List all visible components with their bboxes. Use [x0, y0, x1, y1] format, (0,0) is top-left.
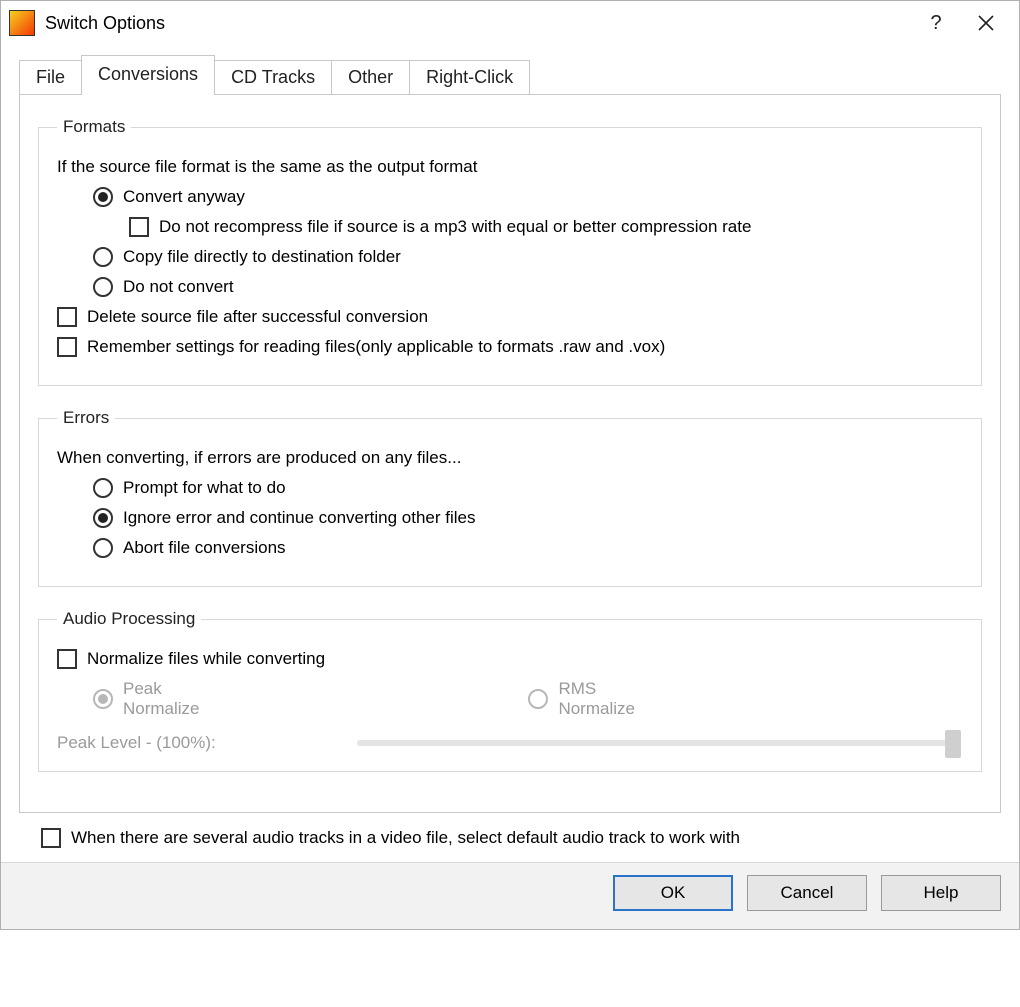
radio-peak-normalize: Peak Normalize — [93, 679, 228, 719]
radio-label: Do not convert — [123, 277, 234, 297]
radio-do-not-convert[interactable]: Do not convert — [93, 277, 963, 297]
check-no-recompress[interactable]: Do not recompress file if source is a mp… — [129, 217, 963, 237]
radio-label: Peak Normalize — [123, 679, 228, 719]
radio-errors-ignore[interactable]: Ignore error and continue converting oth… — [93, 508, 963, 528]
checkbox-icon — [57, 649, 77, 669]
check-normalize[interactable]: Normalize files while converting — [57, 649, 963, 669]
titlebar: Switch Options ? — [1, 1, 1019, 45]
tab-file[interactable]: File — [19, 60, 82, 96]
help-icon[interactable]: ? — [911, 1, 961, 45]
check-remember-settings[interactable]: Remember settings for reading files(only… — [57, 337, 963, 357]
radio-rms-normalize: RMS Normalize — [528, 679, 663, 719]
radio-icon — [93, 538, 113, 558]
checkbox-icon — [129, 217, 149, 237]
close-icon[interactable] — [961, 1, 1011, 45]
radio-errors-abort[interactable]: Abort file conversions — [93, 538, 963, 558]
window-title: Switch Options — [45, 13, 911, 34]
formats-group: Formats If the source file format is the… — [38, 117, 982, 386]
ok-button[interactable]: OK — [613, 875, 733, 911]
audio-legend: Audio Processing — [57, 609, 201, 629]
errors-legend: Errors — [57, 408, 115, 428]
radio-label: Copy file directly to destination folder — [123, 247, 401, 267]
check-label: Remember settings for reading files(only… — [87, 337, 665, 357]
radio-errors-prompt[interactable]: Prompt for what to do — [93, 478, 963, 498]
formats-lead: If the source file format is the same as… — [57, 157, 963, 177]
check-label: Delete source file after successful conv… — [87, 307, 428, 327]
tabbar: File Conversions CD Tracks Other Right-C… — [1, 45, 1019, 95]
tab-content-conversions: Formats If the source file format is the… — [19, 94, 1001, 813]
peak-level-slider — [357, 740, 955, 746]
peak-level-label: Peak Level - (100%): — [57, 733, 357, 753]
radio-icon — [528, 689, 548, 709]
radio-label: RMS Normalize — [558, 679, 663, 719]
tab-other[interactable]: Other — [331, 60, 410, 96]
slider-thumb-icon — [945, 730, 961, 758]
help-button[interactable]: Help — [881, 875, 1001, 911]
check-label: Normalize files while converting — [87, 649, 325, 669]
checkbox-icon — [57, 337, 77, 357]
radio-copy-direct[interactable]: Copy file directly to destination folder — [93, 247, 963, 267]
formats-legend: Formats — [57, 117, 131, 137]
options-dialog: Switch Options ? File Conversions CD Tra… — [0, 0, 1020, 930]
tab-conversions[interactable]: Conversions — [81, 55, 215, 95]
app-icon — [9, 10, 35, 36]
dialog-footer: OK Cancel Help — [1, 862, 1019, 929]
radio-label: Abort file conversions — [123, 538, 286, 558]
audio-processing-group: Audio Processing Normalize files while c… — [38, 609, 982, 772]
radio-label: Prompt for what to do — [123, 478, 286, 498]
tab-right-click[interactable]: Right-Click — [409, 60, 530, 96]
radio-icon — [93, 247, 113, 267]
check-label: When there are several audio tracks in a… — [71, 828, 740, 848]
radio-icon — [93, 508, 113, 528]
cancel-button[interactable]: Cancel — [747, 875, 867, 911]
check-delete-source[interactable]: Delete source file after successful conv… — [57, 307, 963, 327]
normalize-mode-row: Peak Normalize RMS Normalize — [93, 679, 963, 719]
radio-icon — [93, 277, 113, 297]
check-label: Do not recompress file if source is a mp… — [159, 217, 751, 237]
radio-icon — [93, 187, 113, 207]
checkbox-icon — [41, 828, 61, 848]
radio-label: Ignore error and continue converting oth… — [123, 508, 475, 528]
radio-icon — [93, 478, 113, 498]
peak-level-row: Peak Level - (100%): — [57, 733, 963, 753]
checkbox-icon — [57, 307, 77, 327]
radio-icon — [93, 689, 113, 709]
check-video-audio-tracks[interactable]: When there are several audio tracks in a… — [41, 828, 1001, 848]
errors-lead: When converting, if errors are produced … — [57, 448, 963, 468]
radio-label: Convert anyway — [123, 187, 245, 207]
errors-group: Errors When converting, if errors are pr… — [38, 408, 982, 587]
tab-cd-tracks[interactable]: CD Tracks — [214, 60, 332, 96]
radio-convert-anyway[interactable]: Convert anyway — [93, 187, 963, 207]
